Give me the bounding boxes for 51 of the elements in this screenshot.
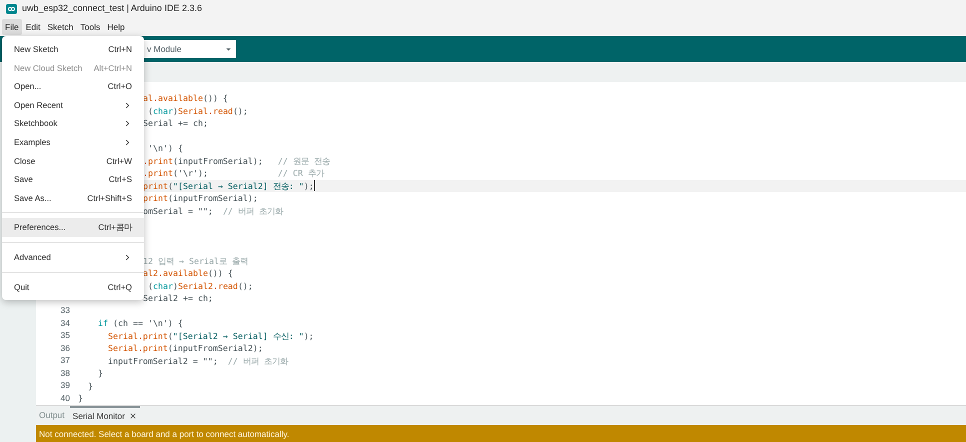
code-line: } bbox=[86, 380, 93, 392]
menu-item[interactable]: File bbox=[2, 19, 22, 35]
code-line: } bbox=[78, 392, 83, 404]
text-cursor bbox=[314, 180, 315, 192]
code-line: al.available()) { bbox=[143, 92, 228, 104]
menu-entry[interactable]: Save As... Ctrl+Shift+S bbox=[2, 188, 144, 208]
code-line: al2.available()) { bbox=[143, 267, 233, 280]
menu-entry[interactable]: Save Ctrl+S bbox=[2, 170, 144, 189]
code-line: inputFromSerial2 = ""; // 버퍼 초기화 bbox=[106, 354, 288, 367]
menu-entry[interactable]: Advanced bbox=[2, 248, 144, 267]
code-line: Serial.print(inputFromSerial2); bbox=[106, 342, 263, 354]
menu-item[interactable]: Edit bbox=[22, 19, 44, 35]
line-number: 40 bbox=[60, 392, 70, 403]
menu-item[interactable]: Sketch bbox=[44, 19, 76, 35]
line-number: 34 bbox=[60, 318, 70, 328]
board-dropdown[interactable]: v Module bbox=[144, 40, 236, 58]
window-title: uwb_esp32_connect_test | Arduino IDE 2.3.6 bbox=[22, 2, 202, 16]
menu-entry[interactable]: Examples bbox=[2, 132, 144, 152]
menu-entry[interactable]: Open Recent bbox=[2, 96, 144, 114]
menu-entry[interactable]: New Sketch Ctrl+N bbox=[2, 40, 144, 59]
code-line: print("[Serial → Serial2] 전송: "); bbox=[143, 180, 314, 192]
menu-entry[interactable]: Sketchbook bbox=[2, 114, 144, 133]
line-number: 36 bbox=[60, 342, 70, 353]
code-line: if (ch == '\n') { bbox=[96, 317, 183, 330]
app-logo-icon bbox=[6, 4, 17, 14]
code-line: omSerial = ""; // 버퍼 초기화 bbox=[143, 204, 283, 217]
line-number: 33 bbox=[60, 305, 70, 316]
submenu-chevron-icon bbox=[123, 252, 132, 262]
line-number: 39 bbox=[60, 380, 70, 390]
status-text: Not connected. Select a board and a port to connect automatically. bbox=[39, 428, 290, 441]
line-number: 35 bbox=[60, 330, 70, 340]
code-line: (char)Serial.read(); bbox=[146, 104, 248, 117]
menu-entry[interactable]: Preferences... Ctrl+콤마 bbox=[2, 218, 144, 237]
code-line: Serial.print("[Serial2 → Serial] 수신: "); bbox=[106, 330, 314, 342]
menu-entry[interactable]: Quit Ctrl+Q bbox=[2, 278, 144, 296]
close-icon[interactable] bbox=[128, 412, 137, 420]
code-line: Serial += ch; bbox=[143, 117, 208, 130]
code-line: (char)Serial2.read(); bbox=[146, 280, 253, 292]
code-line: Serial2 += ch; bbox=[143, 292, 213, 304]
menu-item[interactable]: Help bbox=[104, 19, 128, 35]
code-line: print(inputFromSerial); bbox=[143, 192, 258, 204]
line-number: 37 bbox=[60, 355, 70, 366]
code-line: .print(inputFromSerial); // 원문 전송 bbox=[143, 154, 330, 167]
code-line: '\n') { bbox=[146, 142, 183, 154]
code-line: .print('\r'); // CR 추가 bbox=[143, 167, 324, 180]
line-number: 38 bbox=[60, 368, 70, 378]
code-line: 12 입력 → Serial로 출력 bbox=[143, 254, 248, 267]
menu-entry[interactable]: Close Ctrl+W bbox=[2, 152, 144, 170]
code-line: } bbox=[96, 367, 103, 380]
menu-entry[interactable]: Open... Ctrl+O bbox=[2, 77, 144, 96]
menu-item[interactable]: Tools bbox=[77, 19, 104, 35]
